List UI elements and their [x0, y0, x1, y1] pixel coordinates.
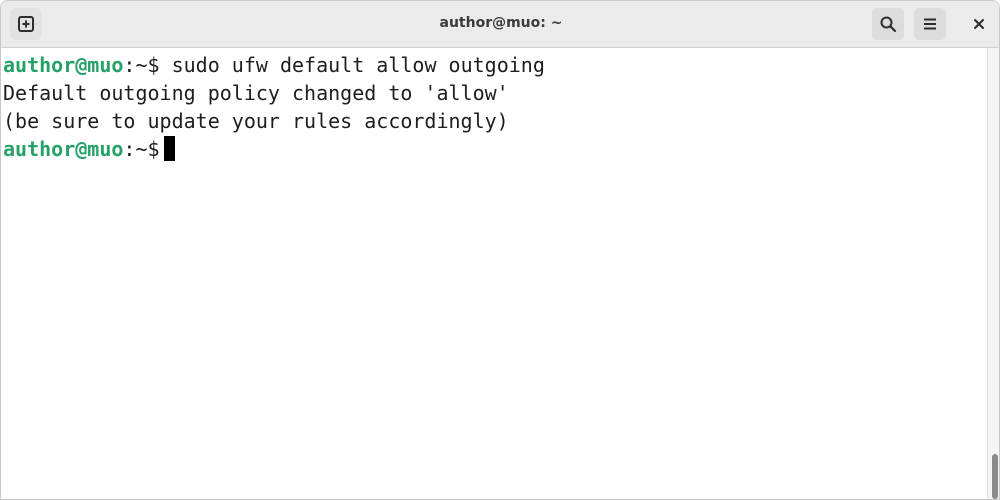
- prompt-user-host: author@muo: [3, 137, 124, 161]
- menu-button[interactable]: [914, 8, 946, 40]
- title-bar[interactable]: author@muo: ~: [1, 1, 999, 48]
- prompt-path: :~$: [123, 53, 160, 77]
- terminal-line: author@muo:~$: [1, 135, 987, 163]
- vertical-scrollbar[interactable]: [987, 48, 999, 499]
- window-title: author@muo: ~: [439, 15, 563, 31]
- terminal-window: author@muo: ~ author@muo:~$ sudo ufw def…: [0, 0, 1000, 500]
- command-text: sudo ufw default allow outgoing: [159, 53, 545, 77]
- terminal-line: (be sure to update your rules accordingl…: [3, 109, 509, 133]
- terminal-line: author@muo:~$ sudo ufw default allow out…: [1, 51, 987, 79]
- terminal-output[interactable]: author@muo:~$ sudo ufw default allow out…: [1, 48, 987, 499]
- close-button[interactable]: [963, 8, 995, 40]
- terminal-line: Default outgoing policy changed to 'allo…: [3, 81, 509, 105]
- text-cursor: [163, 136, 175, 161]
- close-icon: [974, 19, 984, 29]
- prompt-path: :~$: [123, 137, 160, 161]
- prompt-user-host: author@muo: [3, 53, 124, 77]
- scrollbar-thumb[interactable]: [992, 454, 998, 499]
- search-icon: [880, 16, 897, 33]
- hamburger-menu-icon: [924, 18, 936, 30]
- search-button[interactable]: [872, 8, 904, 40]
